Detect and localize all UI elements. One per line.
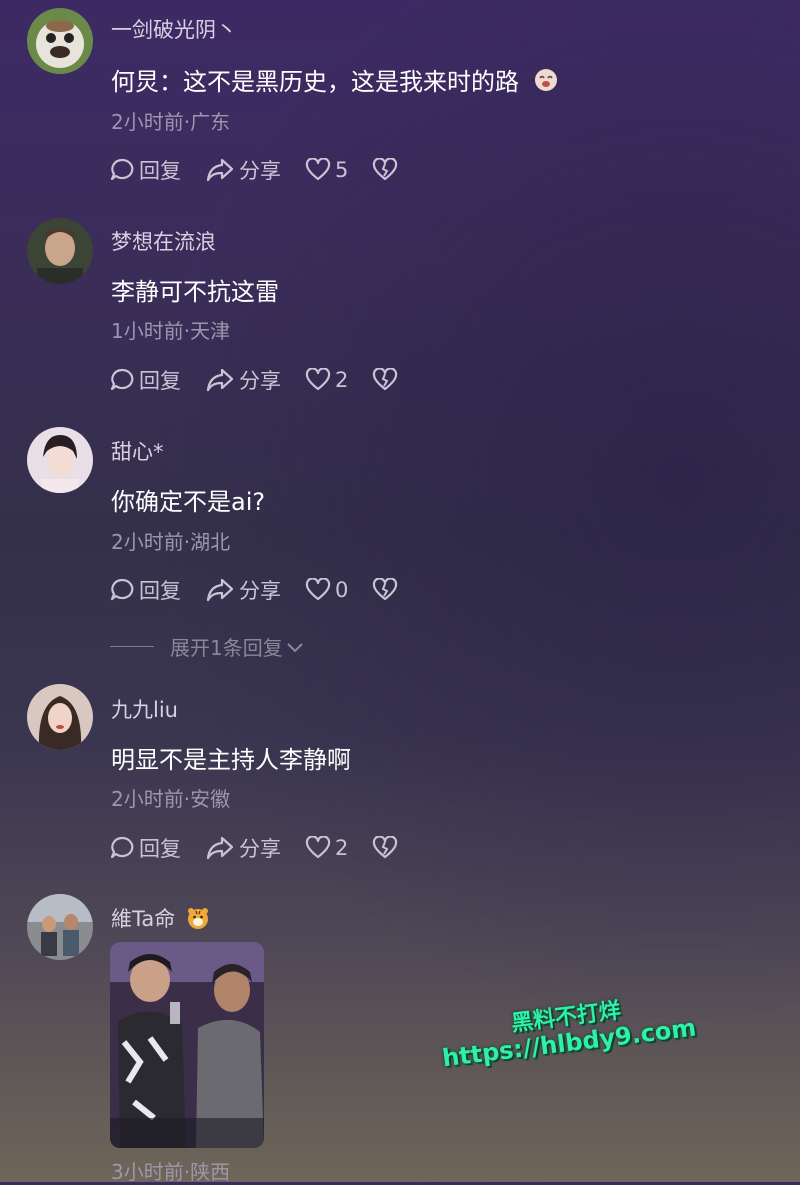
laughing-face-emoji-icon [533,67,559,99]
dislike-button[interactable] [372,836,402,860]
chat-bubble-icon [110,158,134,181]
reply-button[interactable]: 回复 [109,155,181,185]
reply-button[interactable]: 回复 [109,365,181,395]
comment-text: 李静可不抗这雷 [111,278,279,306]
avatar[interactable] [27,8,93,74]
comment-meta: 3小时前·陕西 [111,1160,231,1184]
heart-icon [305,836,331,859]
comment-text: 何炅：这不是黑历史，这是我来时的路 [111,62,559,99]
username[interactable]: 甜心* [111,436,164,466]
comment-text-content: 何炅：这不是黑历史，这是我来时的路 [111,68,519,96]
reply-button[interactable]: 回复 [109,833,181,863]
like-count: 2 [335,368,349,392]
broken-heart-icon [373,836,398,859]
avatar[interactable] [27,894,93,960]
chevron-down-icon [287,642,303,652]
comment-actions: 回复 分享 2 [109,365,426,395]
like-button[interactable]: 2 [305,368,348,392]
broken-heart-icon [373,578,398,601]
heart-icon [305,578,331,601]
dislike-button[interactable] [372,158,402,182]
share-button[interactable]: 分享 [205,155,281,185]
chat-bubble-icon [110,368,134,391]
username[interactable]: 九九liu [111,694,178,724]
like-count: 5 [335,158,349,182]
share-arrow-icon [206,836,234,860]
comment-image[interactable] [110,942,264,1148]
watermark: 黑料不打烊 https://hlbdy9.com [438,990,698,1074]
share-label: 分享 [239,837,281,861]
comment-meta: 2小时前·安徽 [111,787,231,811]
avatar[interactable] [27,684,93,750]
comment-actions: 回复 分享 5 [109,155,426,185]
avatar[interactable] [27,427,93,493]
comment-meta: 2小时前·湖北 [111,530,231,554]
reply-label: 回复 [139,837,181,861]
share-button[interactable]: 分享 [205,833,281,863]
comment-text: 明显不是主持人李静啊 [111,746,351,774]
expand-replies-label: 展开1条回复 [170,636,283,660]
broken-heart-icon [373,368,398,391]
expand-replies-button[interactable]: 展开1条回复 [110,632,305,661]
like-count: 2 [335,836,349,860]
divider [110,646,154,647]
like-count: 0 [335,578,349,602]
share-arrow-icon [206,158,234,182]
comment-text: 你确定不是ai? [111,488,266,516]
share-button[interactable]: 分享 [205,575,281,605]
share-button[interactable]: 分享 [205,365,281,395]
share-arrow-icon [206,368,234,392]
username-text: 維Ta命 [111,907,176,931]
reply-label: 回复 [139,369,181,393]
tiger-face-emoji-icon [186,906,210,935]
like-button[interactable]: 0 [305,578,348,602]
heart-icon [305,158,331,181]
share-label: 分享 [239,369,281,393]
like-button[interactable]: 5 [305,158,348,182]
comment-meta: 1小时前·天津 [111,319,231,343]
share-label: 分享 [239,579,281,603]
comment-actions: 回复 分享 2 [109,833,426,863]
username[interactable]: 維Ta命 [111,903,210,935]
reply-label: 回复 [139,579,181,603]
dislike-button[interactable] [372,578,402,602]
comment-meta: 2小时前·广东 [111,110,231,134]
reply-button[interactable]: 回复 [109,575,181,605]
dislike-button[interactable] [372,368,402,392]
username[interactable]: 梦想在流浪 [111,226,216,256]
comment-actions: 回复 分享 0 [109,575,426,605]
share-label: 分享 [239,159,281,183]
like-button[interactable]: 2 [305,836,348,860]
avatar[interactable] [27,218,93,284]
heart-icon [305,368,331,391]
username[interactable]: 一剑破光阴丶 [111,14,237,44]
chat-bubble-icon [110,578,134,601]
share-arrow-icon [206,578,234,602]
broken-heart-icon [373,158,398,181]
chat-bubble-icon [110,836,134,859]
reply-label: 回复 [139,159,181,183]
